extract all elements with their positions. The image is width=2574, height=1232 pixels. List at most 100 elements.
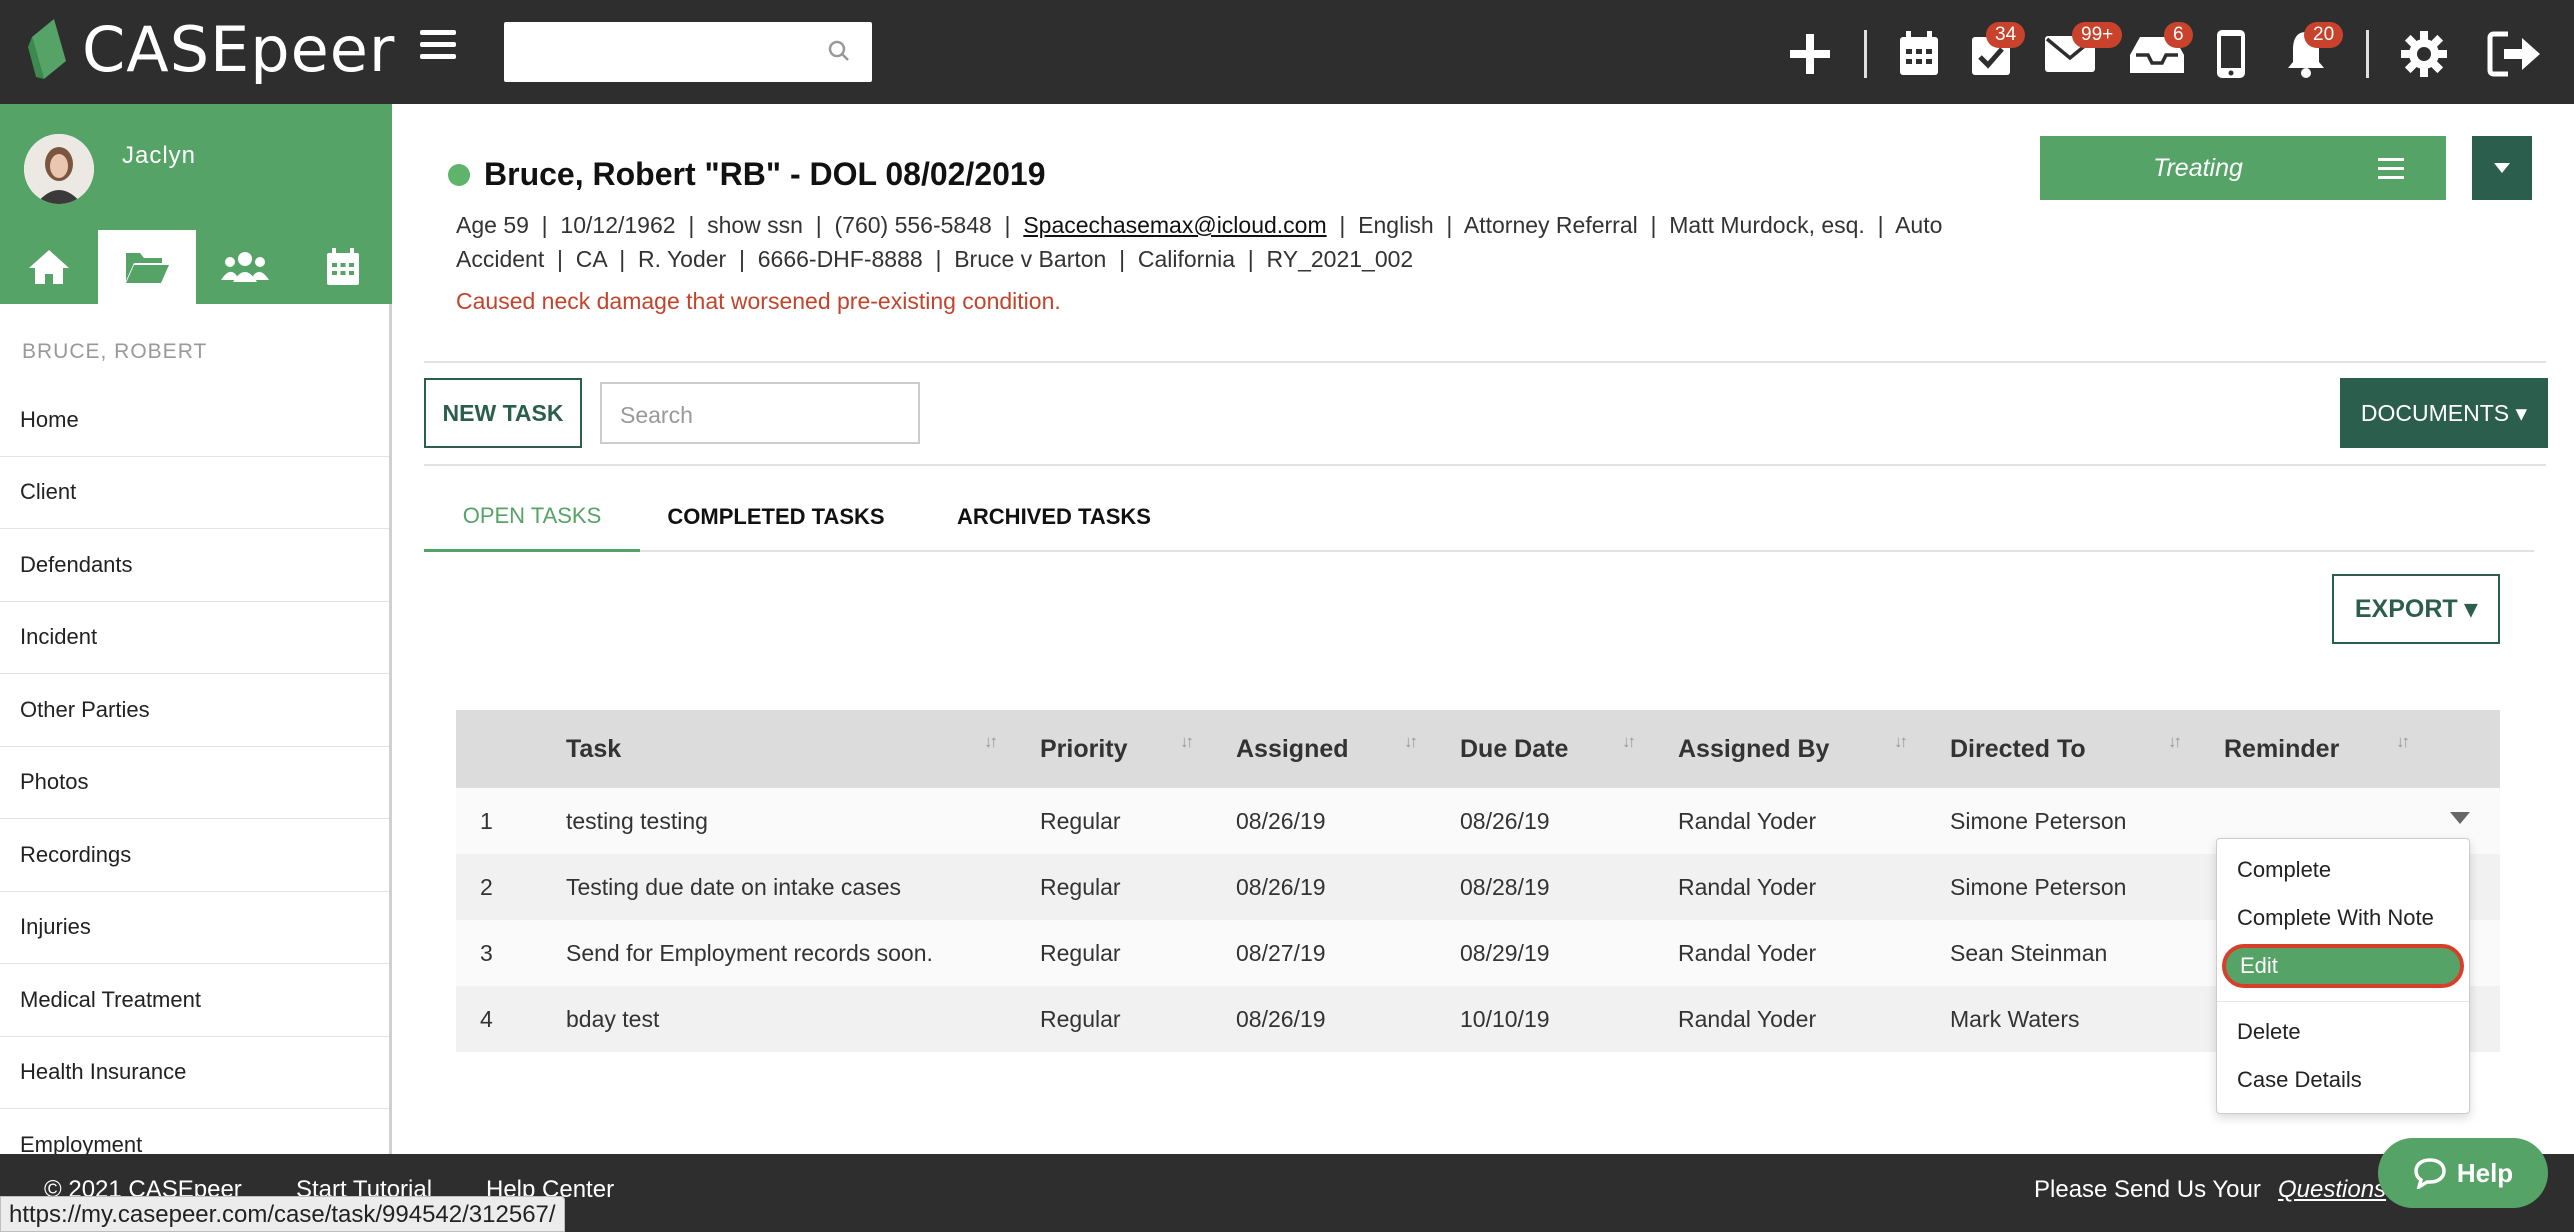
chat-bubble-icon: [2414, 1158, 2446, 1189]
task-assigned-date: 08/27/19: [1236, 939, 1326, 966]
sidebar-item-home[interactable]: Home: [0, 384, 389, 457]
documents-dropdown-button[interactable]: DOCUMENTS ▾: [2340, 378, 2548, 448]
column-header-reminder[interactable]: Reminder: [2224, 710, 2339, 788]
contacts-group-icon[interactable]: [196, 230, 294, 304]
notifications-bell-icon[interactable]: 20: [2286, 22, 2344, 82]
row-actions-caret-icon[interactable]: [2450, 812, 2470, 824]
toolbar-divider: [2366, 30, 2369, 78]
case-status-button[interactable]: Treating: [2040, 136, 2446, 200]
footer-send-text: Please Send Us Your: [2034, 1176, 2261, 1203]
sort-icon[interactable]: ↓↑: [984, 732, 998, 752]
table-row[interactable]: 2 Testing due date on intake cases Regul…: [456, 854, 2500, 920]
mail-icon[interactable]: 99+: [2044, 22, 2123, 82]
column-header-assigned-by[interactable]: Assigned By: [1678, 710, 1829, 788]
sidebar-item-incident[interactable]: Incident: [0, 602, 389, 674]
row-number: 3: [480, 939, 493, 966]
sidebar-item-injuries[interactable]: Injuries: [0, 892, 389, 964]
sidebar-item-defendants[interactable]: Defendants: [0, 529, 389, 602]
status-menu-icon: [2378, 158, 2404, 185]
add-icon[interactable]: [1788, 26, 1832, 82]
logo-leaf-icon: [28, 19, 66, 79]
menu-toggle-icon[interactable]: [420, 30, 456, 60]
case-info-line-1: Age 59 | 10/12/1962 | show ssn | (760) 5…: [456, 208, 1986, 242]
task-assigned-date: 08/26/19: [1236, 873, 1326, 900]
task-due-date: 08/28/19: [1460, 873, 1550, 900]
questions-link[interactable]: Questions: [2278, 1176, 2386, 1204]
task-name[interactable]: bday test: [566, 986, 659, 1052]
table-row[interactable]: 3 Send for Employment records soon. Regu…: [456, 920, 2500, 986]
task-directed-to: Sean Steinman: [1950, 939, 2108, 966]
sidebar-nav-icons: [0, 230, 392, 304]
sort-icon[interactable]: ↓↑: [2168, 732, 2182, 752]
inbox-icon[interactable]: 6: [2128, 22, 2193, 82]
sort-icon[interactable]: ↓↑: [1404, 732, 1418, 752]
case-status-dot: [448, 163, 470, 186]
divider: [424, 464, 2546, 466]
task-name[interactable]: Testing due date on intake cases: [566, 854, 901, 920]
menu-item-edit[interactable]: Edit: [2222, 944, 2464, 988]
sort-icon[interactable]: ↓↑: [2396, 732, 2410, 752]
task-priority: Regular: [1040, 939, 1121, 966]
column-header-directed-to[interactable]: Directed To: [1950, 710, 2086, 788]
sidebar-item-client[interactable]: Client: [0, 457, 389, 529]
tab-open-tasks[interactable]: OPEN TASKS: [424, 482, 640, 552]
sidebar-item-medical-treatment[interactable]: Medical Treatment: [0, 964, 389, 1037]
divider: [424, 361, 2546, 363]
task-search-input[interactable]: Search: [600, 382, 920, 444]
task-due-date: 08/26/19: [1460, 807, 1550, 834]
search-icon[interactable]: [828, 40, 850, 67]
export-dropdown-button[interactable]: EXPORT ▾: [2332, 574, 2500, 644]
table-header-row: Task ↓↑ Priority ↓↑ Assigned ↓↑ Due Date…: [456, 710, 2500, 788]
top-bar: CASEpeer 34 99+ 6 20: [0, 0, 2574, 104]
column-header-due-date[interactable]: Due Date: [1460, 710, 1568, 788]
sort-icon[interactable]: ↓↑: [1180, 732, 1194, 752]
task-priority: Regular: [1040, 807, 1121, 834]
menu-divider: [2217, 1001, 2469, 1002]
sidebar-item-recordings[interactable]: Recordings: [0, 819, 389, 892]
help-button-label: Help: [2456, 1157, 2514, 1188]
user-avatar[interactable]: [24, 134, 94, 204]
tab-archived-tasks[interactable]: ARCHIVED TASKS: [944, 482, 1164, 552]
column-header-priority[interactable]: Priority: [1040, 710, 1128, 788]
task-due-date: 08/29/19: [1460, 939, 1550, 966]
notifications-badge: 20: [2304, 22, 2344, 48]
menu-item-case-details[interactable]: Case Details: [2237, 1067, 2362, 1093]
help-button[interactable]: Help: [2378, 1138, 2548, 1208]
menu-item-delete[interactable]: Delete: [2237, 1019, 2301, 1045]
global-search-input[interactable]: [504, 22, 872, 82]
row-number: 4: [480, 1005, 493, 1032]
task-assigned-by: Randal Yoder: [1678, 939, 1817, 966]
task-name[interactable]: Send for Employment records soon.: [566, 920, 933, 986]
sort-icon[interactable]: ↓↑: [1622, 732, 1636, 752]
menu-item-complete[interactable]: Complete: [2237, 857, 2331, 883]
table-row[interactable]: 4 bday test Regular 08/26/19 10/10/19 Ra…: [456, 986, 2500, 1052]
casepeer-logo[interactable]: CASEpeer: [26, 13, 395, 86]
task-priority: Regular: [1040, 873, 1121, 900]
task-due-date: 10/10/19: [1460, 1005, 1550, 1032]
settings-gear-icon[interactable]: [2400, 26, 2448, 82]
mail-badge: 99+: [2072, 22, 2123, 48]
inbox-badge: 6: [2164, 22, 2193, 48]
sidebar-item-other-parties[interactable]: Other Parties: [0, 674, 389, 747]
phone-icon[interactable]: [2216, 26, 2246, 82]
menu-item-complete-with-note[interactable]: Complete With Note: [2237, 905, 2434, 931]
column-header-assigned[interactable]: Assigned: [1236, 710, 1349, 788]
new-task-button[interactable]: NEW TASK: [424, 378, 582, 448]
case-folder-icon[interactable]: [98, 230, 196, 304]
table-row[interactable]: 1 testing testing Regular 08/26/19 08/26…: [456, 788, 2500, 854]
calendar-icon[interactable]: [1898, 26, 1940, 82]
tasks-icon[interactable]: 34: [1970, 22, 2026, 82]
home-icon[interactable]: [0, 230, 98, 304]
calendar-nav-icon[interactable]: [294, 230, 392, 304]
sidebar-item-photos[interactable]: Photos: [0, 747, 389, 819]
tab-completed-tasks[interactable]: COMPLETED TASKS: [656, 482, 896, 552]
case-title: Bruce, Robert "RB" - DOL 08/02/2019: [484, 156, 1046, 192]
status-dropdown-button[interactable]: [2472, 136, 2532, 200]
sort-icon[interactable]: ↓↑: [1894, 732, 1908, 752]
sidebar-item-health-insurance[interactable]: Health Insurance: [0, 1037, 389, 1109]
user-name[interactable]: Jaclyn: [122, 142, 196, 170]
column-header-task[interactable]: Task: [566, 710, 621, 788]
logout-icon[interactable]: [2486, 26, 2542, 82]
task-name[interactable]: testing testing: [566, 788, 708, 854]
client-email-link[interactable]: Spacechasemax@icloud.com: [1023, 212, 1326, 238]
